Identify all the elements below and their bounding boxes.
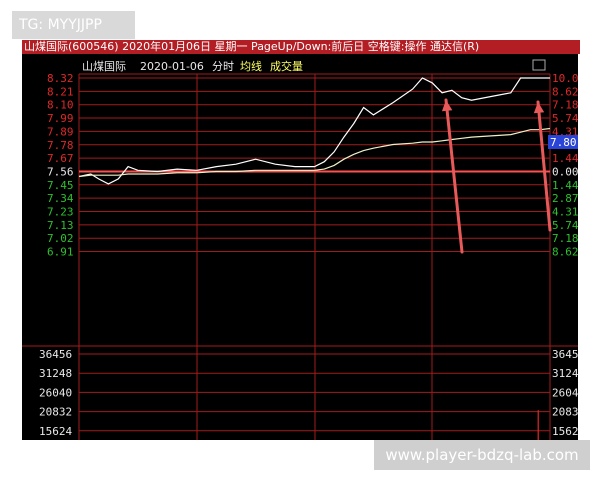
- price-tick-label: 7.78: [47, 139, 74, 152]
- volume-tick-label: 26040: [39, 386, 72, 399]
- pct-tick-label: 8.62: [552, 246, 578, 259]
- pct-tick-label: 10.0: [552, 72, 578, 85]
- chart-mode: 分时: [212, 60, 234, 73]
- pct-tick-label: 1.44: [552, 179, 578, 192]
- volume-tick-label-right: 2604: [552, 386, 578, 399]
- watermark-top: TG: MYYJJPP: [12, 11, 135, 39]
- watermark-bottom: www.player-bdzq-lab.com: [374, 440, 590, 470]
- chart-date: 2020-01-06: [140, 60, 204, 73]
- volume-tick-label-right: 3124: [552, 367, 578, 380]
- title-bar: 山煤国际(600546) 2020年01月06日 星期一 PageUp/Down…: [22, 40, 580, 54]
- chart-window: 山煤国际(600546) 2020年01月06日 星期一 PageUp/Down…: [22, 40, 580, 440]
- price-tick-label: 8.10: [47, 99, 74, 112]
- chart-volume-label: 成交量: [270, 59, 303, 73]
- volume-tick-label-right: 2083: [552, 406, 578, 419]
- pct-tick-label: 1.44: [552, 152, 578, 165]
- price-tick-label: 8.21: [47, 85, 74, 98]
- price-tick-label: 7.23: [47, 206, 74, 219]
- volume-tick-label: 31248: [39, 367, 72, 380]
- chart-stock-name: 山煤国际: [82, 60, 126, 73]
- volume-tick-label-right: 3645: [552, 348, 578, 361]
- price-tick-label: 7.99: [47, 112, 74, 125]
- pct-tick-label: 2.87: [552, 192, 578, 205]
- pct-tick-label: 7.18: [552, 99, 578, 112]
- pct-tick-label: 7.18: [552, 232, 578, 245]
- volume-tick-label: 15624: [39, 425, 72, 438]
- intraday-chart[interactable]: 山煤国际 2020-01-06 分时 均线 成交量 8.32 10.0 8.21 8.62 8.1…: [22, 54, 578, 440]
- price-tick-label: 7.56: [47, 165, 74, 178]
- price-tick-label: 7.67: [47, 152, 74, 165]
- volume-tick-label: 20832: [39, 406, 72, 419]
- volume-tick-label-right: 1562: [552, 425, 578, 438]
- current-price-label: 7.80: [550, 136, 577, 149]
- price-tick-label: 7.13: [47, 219, 74, 232]
- pct-tick-label: 5.74: [552, 219, 578, 232]
- pct-tick-label: 4.31: [552, 206, 578, 219]
- volume-tick-label: 36456: [39, 348, 72, 361]
- price-tick-label: 7.34: [47, 192, 74, 205]
- pct-tick-label: 5.74: [552, 112, 578, 125]
- plot-background: [22, 54, 578, 440]
- pct-tick-label: 0.00: [552, 165, 578, 178]
- price-tick-label: 8.32: [47, 72, 74, 85]
- chart-avg-label: 均线: [240, 59, 262, 73]
- price-tick-label: 7.45: [47, 179, 74, 192]
- pct-tick-label: 8.62: [552, 85, 578, 98]
- price-tick-label: 6.91: [47, 246, 74, 259]
- price-tick-label: 7.89: [47, 125, 74, 138]
- price-tick-label: 7.02: [47, 232, 74, 245]
